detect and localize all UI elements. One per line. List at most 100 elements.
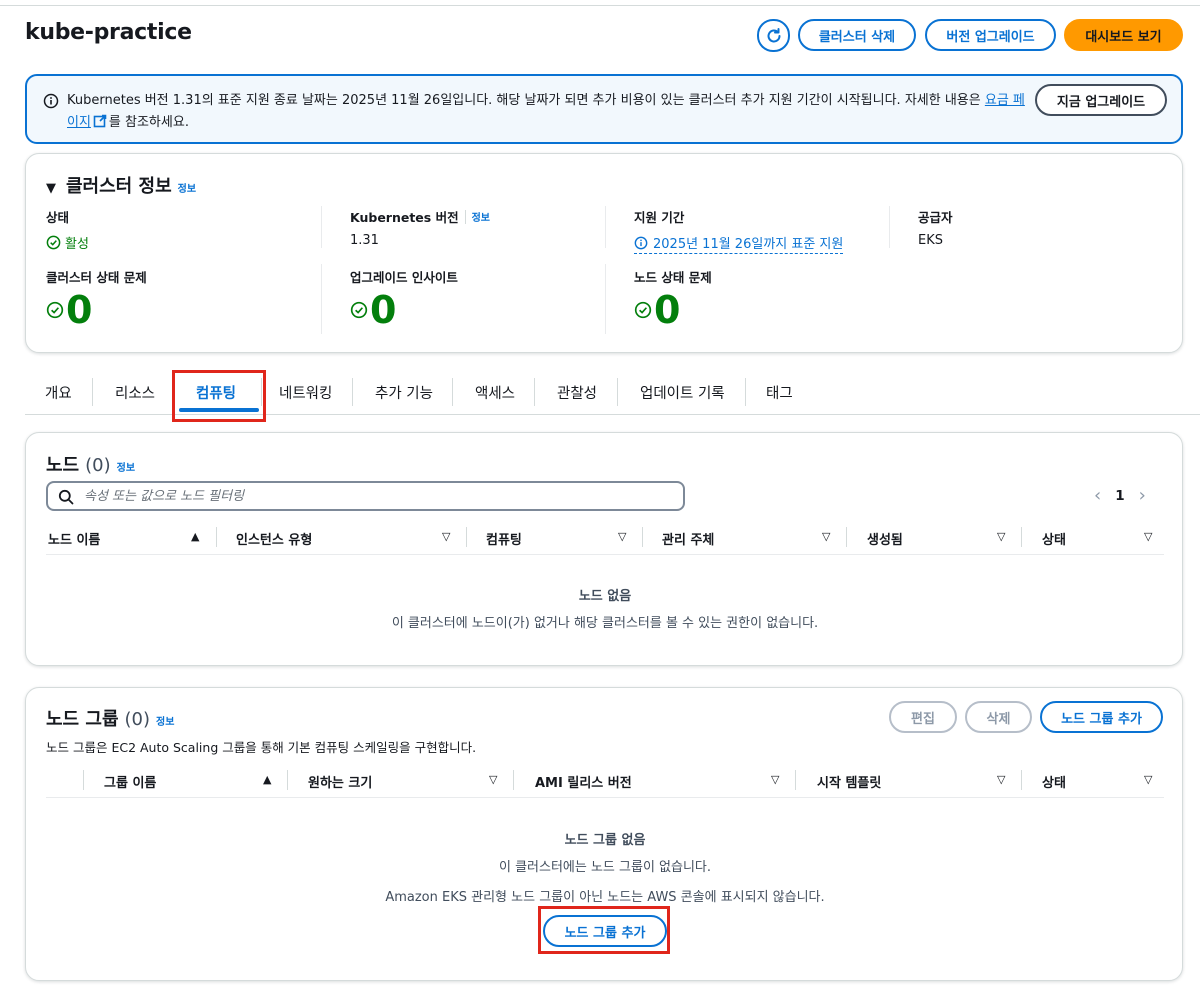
divider xyxy=(466,527,467,547)
edit-button[interactable]: 편집 xyxy=(889,701,957,733)
divider xyxy=(216,527,217,547)
tab-tags[interactable]: 태그 xyxy=(766,382,793,403)
cluster-health-count: 0 xyxy=(46,288,147,332)
column-compute[interactable]: 컴퓨팅 xyxy=(486,529,522,548)
support-period-popover[interactable]: 2025년 11월 26일까지 표준 지원 xyxy=(634,233,844,254)
column-desired-size[interactable]: 원하는 크기 xyxy=(308,772,372,791)
sort-icon[interactable]: ▽ xyxy=(771,773,779,786)
column-status[interactable]: 상태 xyxy=(1042,529,1066,548)
divider xyxy=(846,527,847,547)
divider xyxy=(617,378,618,406)
status-label: 상태 xyxy=(46,210,70,225)
highlight-box-add-node-group xyxy=(538,906,670,954)
node-filter-search[interactable] xyxy=(46,481,685,511)
sort-ascending-icon[interactable]: ▲ xyxy=(191,530,199,543)
success-check-icon xyxy=(46,301,64,319)
node-health-label: 노드 상태 문제 xyxy=(634,270,712,285)
cluster-info-title: 클러스터 정보 xyxy=(66,176,172,197)
provider-value: EKS xyxy=(918,233,943,248)
sort-icon[interactable]: ▽ xyxy=(822,530,830,543)
node-health-count: 0 xyxy=(634,288,712,332)
upgrade-now-button[interactable]: 지금 업그레이드 xyxy=(1035,84,1167,116)
tab-observability[interactable]: 관찰성 xyxy=(557,382,597,403)
nodes-count: (0) xyxy=(85,455,111,476)
status-value: 활성 xyxy=(46,233,89,252)
tab-access[interactable]: 액세스 xyxy=(475,382,515,403)
sort-icon[interactable]: ▽ xyxy=(489,773,497,786)
tab-add-ons[interactable]: 추가 기능 xyxy=(375,382,433,403)
cluster-health-value: 0 xyxy=(66,288,93,332)
info-icon xyxy=(43,93,59,109)
column-status[interactable]: 상태 xyxy=(1042,772,1066,791)
column-node-name[interactable]: 노드 이름 xyxy=(48,529,100,548)
cluster-health-label: 클러스터 상태 문제 xyxy=(46,270,147,285)
k8s-version-info-link[interactable]: 정보 xyxy=(472,209,490,224)
column-created[interactable]: 생성됨 xyxy=(867,529,903,548)
success-check-icon xyxy=(634,301,652,319)
column-group-name[interactable]: 그룹 이름 xyxy=(104,772,156,791)
cluster-info-link[interactable]: 정보 xyxy=(178,180,196,195)
delete-button[interactable]: 삭제 xyxy=(965,701,1032,733)
divider xyxy=(452,378,453,406)
column-managed-by[interactable]: 관리 주체 xyxy=(662,529,714,548)
add-node-group-button[interactable]: 노드 그룹 추가 xyxy=(1040,701,1163,733)
support-period-field: 지원 기간 2025년 11월 26일까지 표준 지원 xyxy=(634,207,844,254)
node-groups-empty-state: 노드 그룹 없음 이 클러스터에는 노드 그룹이 없습니다. Amazon EK… xyxy=(26,829,1184,905)
info-icon xyxy=(634,236,648,249)
empty-note: Amazon EKS 관리형 노드 그룹이 아닌 노드는 AWS 콘솔에 표시되… xyxy=(385,890,825,905)
empty-title: 노드 그룹 없음 xyxy=(564,833,646,848)
eks-cluster-page: kube-practice 클러스터 삭제 버전 업그레이드 대시보드 보기 K… xyxy=(0,0,1200,993)
search-input[interactable] xyxy=(84,487,664,505)
nodes-info-link[interactable]: 정보 xyxy=(117,459,135,474)
tab-overview[interactable]: 개요 xyxy=(45,382,72,403)
alert-text-after: 를 참조하세요. xyxy=(108,115,189,130)
sort-icon[interactable]: ▽ xyxy=(442,530,450,543)
pagination: ‹ 1 › xyxy=(1094,485,1146,506)
refresh-button[interactable] xyxy=(757,19,790,52)
column-ami-release-version[interactable]: AMI 릴리스 버전 xyxy=(535,772,632,791)
divider xyxy=(642,527,643,547)
upgrade-insights-count: 0 xyxy=(350,288,458,332)
sort-icon[interactable]: ▽ xyxy=(1144,530,1152,543)
refresh-icon xyxy=(767,27,780,42)
node-groups-info-link[interactable]: 정보 xyxy=(156,713,174,728)
cluster-info-header[interactable]: ▼ 클러스터 정보 정보 xyxy=(46,172,196,198)
upgrade-insights-value: 0 xyxy=(370,288,397,332)
view-dashboard-button[interactable]: 대시보드 보기 xyxy=(1064,19,1183,51)
sort-icon[interactable]: ▽ xyxy=(618,530,626,543)
node-groups-title: 노드 그룹 xyxy=(46,709,119,730)
tab-resources[interactable]: 리소스 xyxy=(115,382,155,403)
page-number[interactable]: 1 xyxy=(1115,488,1124,504)
nodes-title: 노드 xyxy=(46,455,80,476)
sort-ascending-icon[interactable]: ▲ xyxy=(263,773,271,786)
sort-icon[interactable]: ▽ xyxy=(997,773,1005,786)
k8s-version-label-row: Kubernetes 버전 정보 xyxy=(350,207,490,226)
divider xyxy=(745,378,746,406)
chevron-left-icon[interactable]: ‹ xyxy=(1094,485,1101,506)
tab-networking[interactable]: 네트워킹 xyxy=(279,382,332,403)
column-launch-template[interactable]: 시작 템플릿 xyxy=(817,772,881,791)
status-field: 상태 활성 xyxy=(46,207,89,252)
page-title: kube-practice xyxy=(25,20,192,45)
divider xyxy=(321,264,322,334)
sort-icon[interactable]: ▽ xyxy=(1144,773,1152,786)
alert-text-before: Kubernetes 버전 1.31의 표준 지원 종료 날짜는 2025년 1… xyxy=(67,93,985,108)
chevron-right-icon[interactable]: › xyxy=(1139,485,1146,506)
delete-cluster-button[interactable]: 클러스터 삭제 xyxy=(798,19,916,51)
sort-icon[interactable]: ▽ xyxy=(997,530,1005,543)
nodes-header: 노드 (0) 정보 xyxy=(46,451,135,477)
caret-down-icon[interactable]: ▼ xyxy=(46,181,56,196)
cluster-info-card: ▼ 클러스터 정보 정보 상태 활성 Kubernetes 버전 정보 1.31… xyxy=(25,153,1183,353)
nodes-card: 노드 (0) 정보 ‹ 1 › 노드 이름 ▲ 인스턴스 유형 ▽ 컴퓨팅 ▽ … xyxy=(25,432,1183,666)
provider-label: 공급자 xyxy=(918,210,953,225)
tab-update-history[interactable]: 업데이트 기록 xyxy=(640,382,725,403)
top-divider xyxy=(0,5,1200,6)
divider xyxy=(513,770,514,790)
divider xyxy=(92,378,93,406)
node-groups-table-header: 그룹 이름 ▲ 원하는 크기 ▽ AMI 릴리스 버전 ▽ 시작 템플릿 ▽ 상… xyxy=(46,766,1164,798)
upgrade-version-button[interactable]: 버전 업그레이드 xyxy=(925,19,1056,51)
divider xyxy=(889,206,890,248)
external-link-icon[interactable] xyxy=(93,114,107,128)
column-instance-type[interactable]: 인스턴스 유형 xyxy=(236,529,312,548)
alert-message: Kubernetes 버전 1.31의 표준 지원 종료 날짜는 2025년 1… xyxy=(67,90,1027,134)
